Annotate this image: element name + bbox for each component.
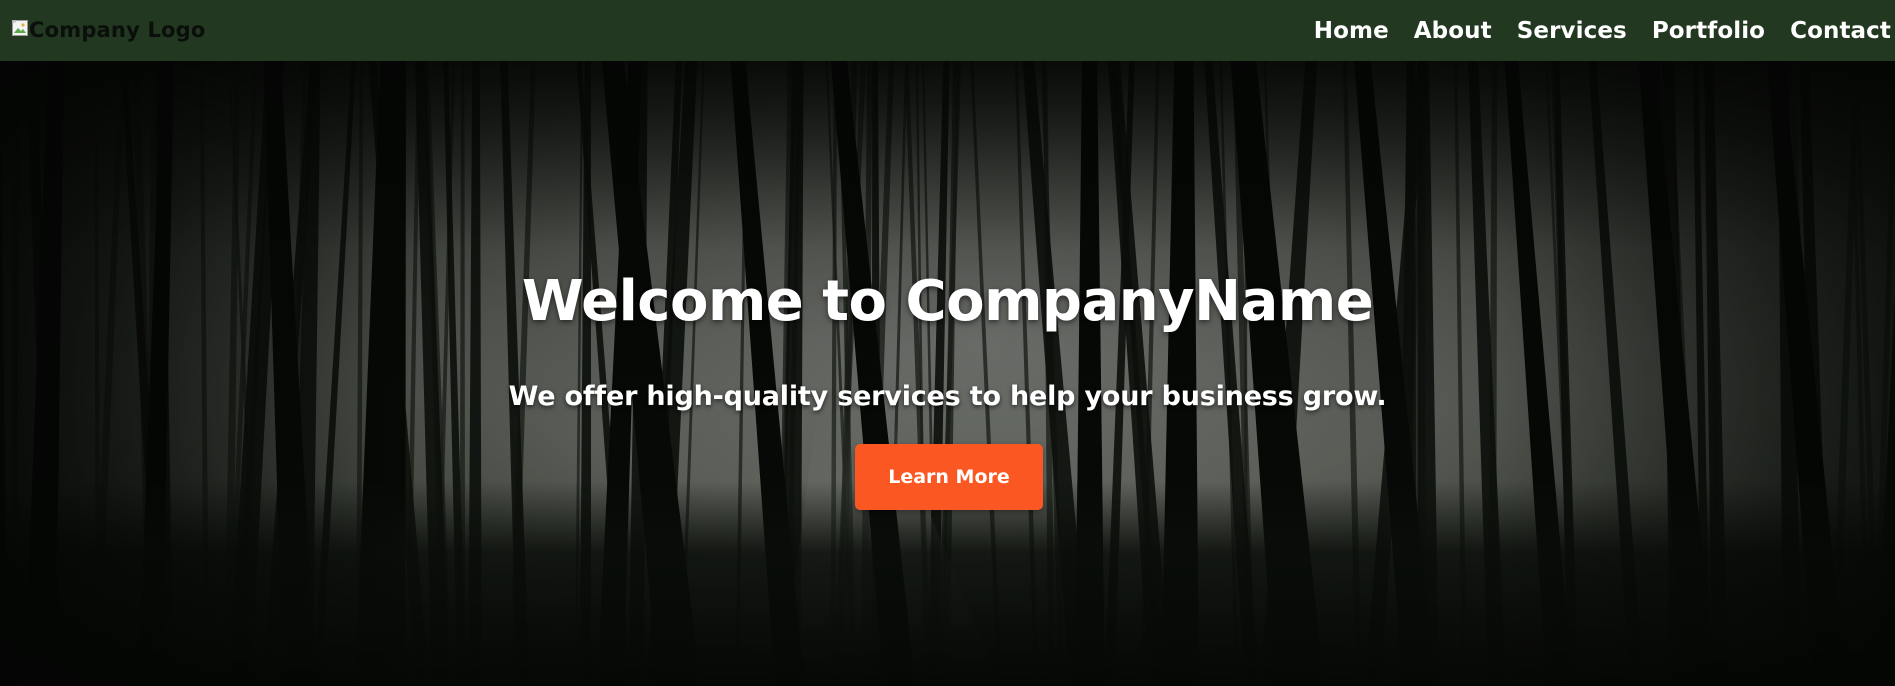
hero-content: Welcome to CompanyName We offer high-qua…: [0, 61, 1895, 686]
hero-subtitle: We offer high-quality services to help y…: [508, 381, 1387, 412]
navbar: Company Logo Home About Services Portfol…: [0, 0, 1895, 61]
hero-title: Welcome to CompanyName: [521, 269, 1374, 334]
nav-link-home[interactable]: Home: [1314, 18, 1389, 44]
nav-link-portfolio[interactable]: Portfolio: [1652, 18, 1765, 44]
nav-link-services[interactable]: Services: [1517, 18, 1627, 44]
page: Company Logo Home About Services Portfol…: [0, 0, 1895, 686]
nav-link-contact[interactable]: Contact: [1790, 18, 1891, 44]
broken-image-icon: [12, 17, 28, 36]
logo-alt-text: Company Logo: [29, 17, 206, 42]
main-nav: Home About Services Portfolio Contact: [1314, 18, 1891, 44]
learn-more-button[interactable]: Learn More: [855, 444, 1043, 510]
hero-section: Welcome to CompanyName We offer high-qua…: [0, 61, 1895, 686]
nav-link-about[interactable]: About: [1414, 18, 1492, 44]
company-logo[interactable]: Company Logo: [12, 18, 206, 42]
